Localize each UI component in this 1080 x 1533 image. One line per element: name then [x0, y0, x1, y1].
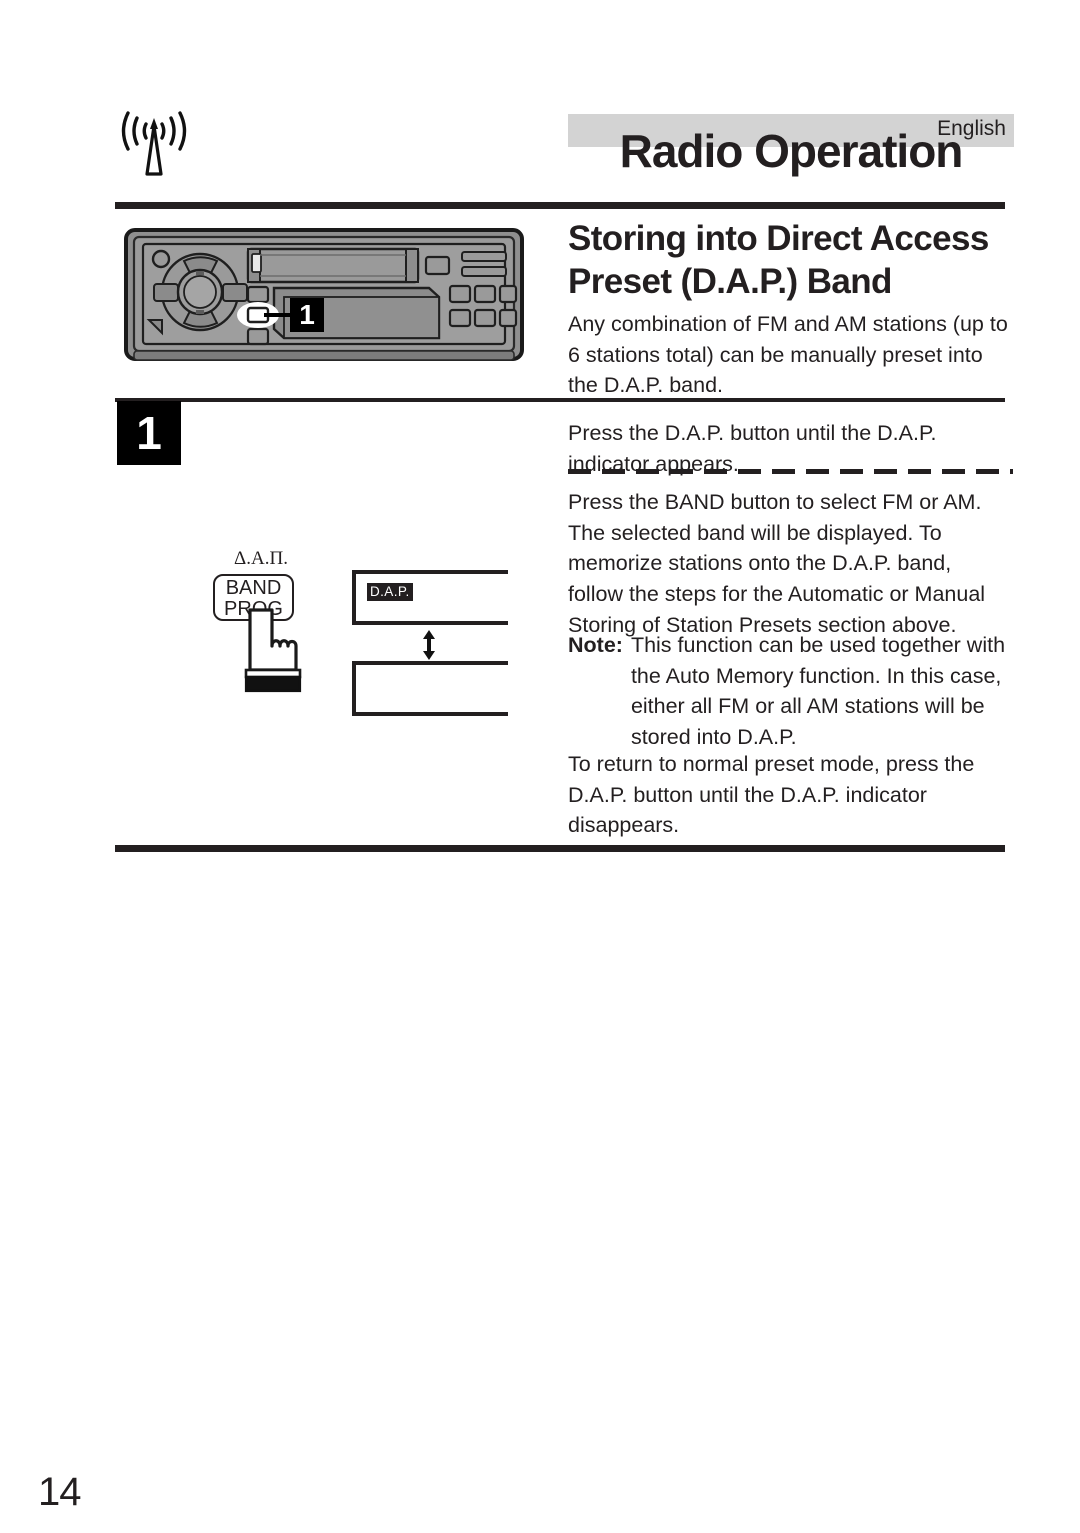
divider-bottom — [115, 845, 1005, 852]
closing-paragraph: To return to normal preset mode, press t… — [568, 752, 975, 838]
section-heading: Storing into Direct Access Preset (D.A.P… — [568, 219, 989, 301]
step-1-paragraph: Press the D.A.P. button until the D.A.P.… — [568, 421, 937, 476]
car-stereo-faceplate-diagram: 1 — [124, 228, 524, 361]
step-number-badge: 1 — [117, 401, 181, 465]
svg-text:1: 1 — [299, 299, 315, 330]
lcd-display-empty — [352, 661, 508, 716]
up-down-arrow-icon — [423, 630, 435, 660]
antenna-icon — [121, 111, 187, 176]
dap-greek-label: Δ.Α.Π. — [234, 548, 288, 569]
pressing-hand-icon — [244, 608, 302, 693]
step-2-paragraph: Press the BAND button to select FM or AM… — [568, 490, 986, 637]
band-prog-line-1: BAND — [225, 577, 282, 599]
page-number: 14 — [38, 1470, 81, 1514]
dap-indicator: D.A.P. — [367, 583, 413, 601]
intro-paragraph: Any combination of FM and AM stations (u… — [568, 312, 1008, 398]
lcd-display-with-dap: D.A.P. — [352, 570, 508, 625]
divider-top — [115, 202, 1005, 209]
note-label: Note: — [568, 633, 623, 657]
note-block: Note: This function can be used together… — [568, 630, 1016, 753]
note-text: This function can be used together with … — [630, 633, 1006, 750]
page-title: Radio Operation — [619, 125, 964, 177]
